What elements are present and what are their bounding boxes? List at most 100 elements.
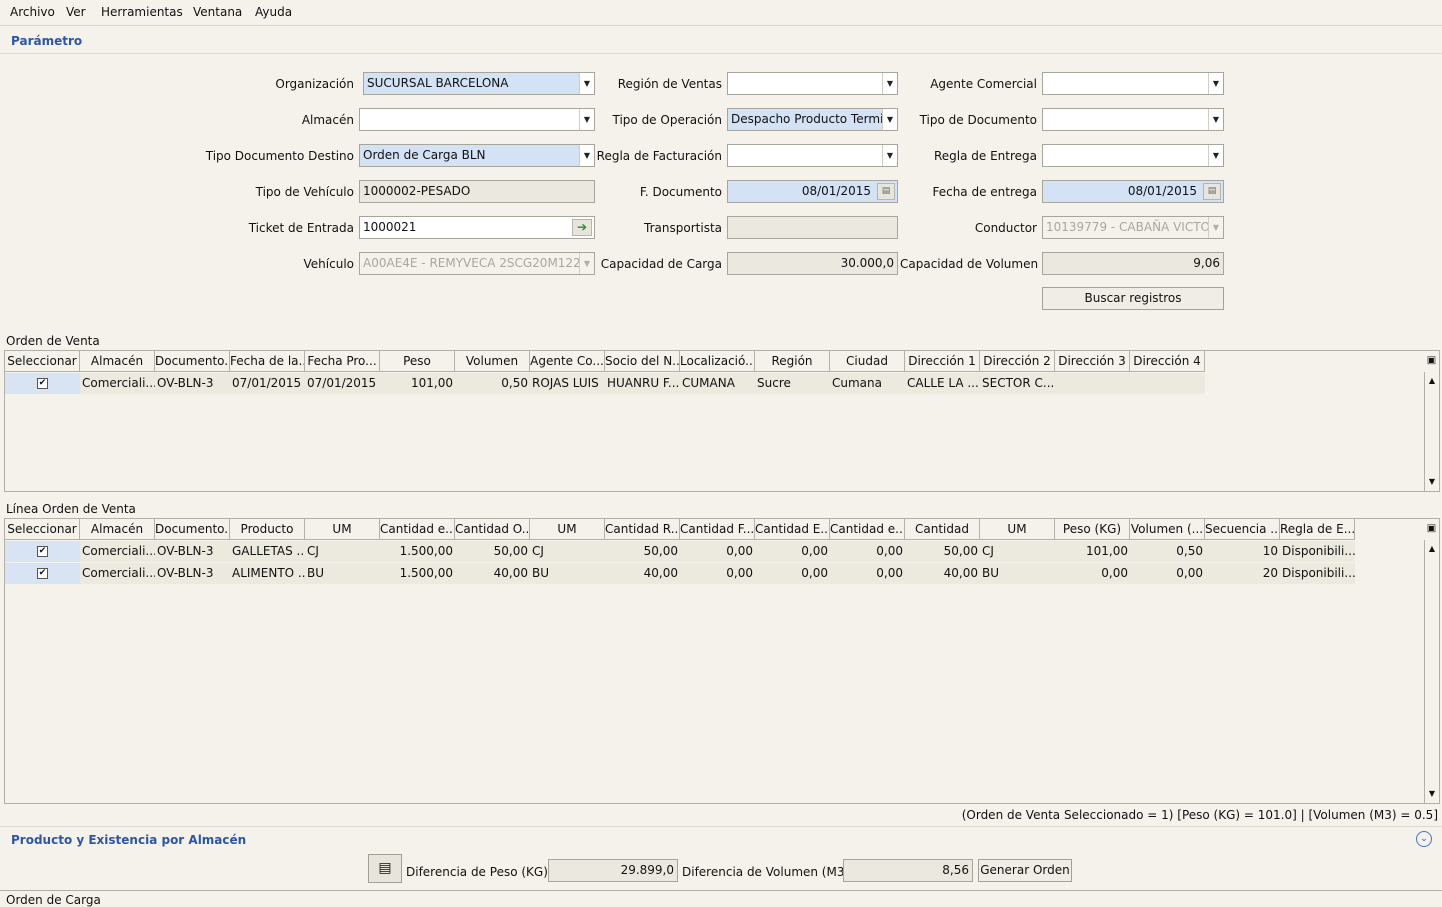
linea-orden-column-header[interactable]: Cantidad O...: [455, 519, 530, 540]
orden-carga-title: Orden de Carga: [6, 893, 101, 907]
linea-orden-column-header[interactable]: Cantidad: [905, 519, 980, 540]
scroll-down-icon[interactable]: ▼: [1425, 475, 1439, 489]
orden-venta-column-header[interactable]: Documento...: [155, 351, 230, 372]
chevron-down-icon[interactable]: ▼: [882, 145, 897, 166]
collapse-icon[interactable]: ⌄: [1416, 831, 1432, 847]
chevron-down-icon[interactable]: ▼: [1208, 145, 1223, 166]
select-checkbox[interactable]: ✔: [37, 546, 48, 557]
regla-facturacion-label: Regla de Facturación: [596, 149, 722, 163]
select-checkbox[interactable]: ✔: [37, 378, 48, 389]
regla-entrega-select[interactable]: ▼: [1042, 144, 1224, 167]
dif-peso-label: Diferencia de Peso (KG): [406, 865, 548, 879]
calendar-icon[interactable]: ▤: [1203, 183, 1221, 200]
orden-venta-column-header[interactable]: Seleccionar: [5, 351, 80, 372]
linea-orden-column-header[interactable]: UM: [305, 519, 380, 540]
orden-venta-column-header[interactable]: Ciudad: [830, 351, 905, 372]
orden-venta-column-header[interactable]: Dirección 1: [905, 351, 980, 372]
orden-venta-column-header[interactable]: Fecha de la...: [230, 351, 305, 372]
orden-venta-column-header[interactable]: Almacén: [80, 351, 155, 372]
tipo-documento-select[interactable]: ▼: [1042, 108, 1224, 131]
linea-orden-column-header[interactable]: Cantidad F...: [680, 519, 755, 540]
orden-venta-column-header[interactable]: Dirección 4: [1130, 351, 1205, 372]
regla-entrega-label: Regla de Entrega: [933, 149, 1037, 163]
linea-orden-column-header[interactable]: Seleccionar: [5, 519, 80, 540]
fecha-entrega-value: 08/01/2015: [1127, 184, 1197, 198]
linea-orden-cell: CJ: [980, 541, 1055, 562]
chevron-down-icon[interactable]: ▼: [882, 73, 897, 94]
orden-venta-column-header[interactable]: Volumen: [455, 351, 530, 372]
linea-orden-cell[interactable]: ✔: [5, 563, 80, 584]
linea-orden-column-header[interactable]: Producto: [230, 519, 305, 540]
column-chooser-icon[interactable]: ▣: [1424, 519, 1439, 539]
generar-orden-button[interactable]: Generar Orden: [978, 859, 1072, 882]
linea-orden-cell: ALIMENTO ...: [230, 563, 305, 584]
producto-section-header[interactable]: Producto y Existencia por Almacén ⌄: [0, 826, 1442, 852]
scroll-up-icon[interactable]: ▲: [1425, 542, 1439, 556]
orden-venta-cell: SECTOR C...: [980, 373, 1055, 394]
conductor-value: 10139779 - CABAÑA VICTOR: [1046, 220, 1219, 234]
linea-orden-column-header[interactable]: UM: [530, 519, 605, 540]
parameter-title: Parámetro: [11, 34, 83, 48]
linea-orden-column-header[interactable]: Peso (KG): [1055, 519, 1130, 540]
linea-orden-column-header[interactable]: UM: [980, 519, 1055, 540]
f-documento-field[interactable]: 08/01/2015 ▤: [727, 180, 898, 203]
orden-venta-column-header[interactable]: Región: [755, 351, 830, 372]
linea-orden-cell: Disponibili...: [1280, 563, 1355, 584]
linea-orden-column-header[interactable]: Cantidad e...: [830, 519, 905, 540]
orden-venta-column-header[interactable]: Dirección 3: [1055, 351, 1130, 372]
menu-ayuda[interactable]: Ayuda: [255, 5, 292, 19]
orden-venta-column-header[interactable]: Dirección 2: [980, 351, 1055, 372]
scroll-down-icon[interactable]: ▼: [1425, 787, 1439, 801]
menu-archivo[interactable]: Archivo: [10, 5, 55, 19]
column-chooser-icon[interactable]: ▣: [1424, 351, 1439, 371]
linea-orden-cell: BU: [980, 563, 1055, 584]
menu-herramientas[interactable]: Herramientas: [101, 5, 183, 19]
ticket-entrada-label: Ticket de Entrada: [248, 221, 354, 235]
tipo-operacion-value: Despacho Producto Termin: [731, 112, 891, 126]
linea-orden-cell: BU: [530, 563, 605, 584]
select-checkbox[interactable]: ✔: [37, 568, 48, 579]
linea-orden-cell: 40,00: [605, 563, 680, 584]
chevron-down-icon[interactable]: ▼: [882, 109, 897, 130]
organizacion-label: Organización: [275, 77, 354, 91]
calendar-icon[interactable]: ▤: [877, 183, 895, 200]
linea-orden-scrollbar[interactable]: ▲ ▼: [1424, 540, 1439, 803]
menu-ventana[interactable]: Ventana: [193, 5, 242, 19]
orden-venta-column-header[interactable]: Localizació...: [680, 351, 755, 372]
orden-venta-cell: 0,50: [455, 373, 530, 394]
linea-orden-column-header[interactable]: Volumen (...: [1130, 519, 1205, 540]
fecha-entrega-field[interactable]: 08/01/2015 ▤: [1042, 180, 1224, 203]
linea-orden-column-header[interactable]: Regla de E...: [1280, 519, 1355, 540]
orden-venta-column-header[interactable]: Socio del N...: [605, 351, 680, 372]
orden-venta-column-header[interactable]: Agente Co...: [530, 351, 605, 372]
linea-orden-cell: 40,00: [455, 563, 530, 584]
menu-ver[interactable]: Ver: [66, 5, 86, 19]
linea-orden-column-header[interactable]: Documento...: [155, 519, 230, 540]
linea-orden-title: Línea Orden de Venta: [6, 502, 136, 516]
orden-venta-cell: ROJAS LUIS: [530, 373, 605, 394]
linea-orden-column-header[interactable]: Secuencia ...: [1205, 519, 1280, 540]
linea-orden-column-header[interactable]: Cantidad R...: [605, 519, 680, 540]
linea-orden-cell: 0,00: [1130, 563, 1205, 584]
linea-orden-column-header[interactable]: Almacén: [80, 519, 155, 540]
linea-orden-column-header[interactable]: Cantidad e...: [380, 519, 455, 540]
agente-comercial-select[interactable]: ▼: [1042, 72, 1224, 95]
chevron-down-icon[interactable]: ▼: [1208, 73, 1223, 94]
orden-venta-column-header[interactable]: Peso: [380, 351, 455, 372]
report-icon[interactable]: ▤: [368, 854, 402, 883]
linea-orden-column-header[interactable]: Cantidad E...: [755, 519, 830, 540]
regla-facturacion-select[interactable]: ▼: [727, 144, 898, 167]
orden-venta-column-header[interactable]: Fecha Pro...: [305, 351, 380, 372]
tipo-operacion-select[interactable]: Despacho Producto Termin ▼: [727, 108, 898, 131]
conductor-label: Conductor: [974, 221, 1037, 235]
linea-orden-cell[interactable]: ✔: [5, 541, 80, 562]
orden-venta-cell[interactable]: ✔: [5, 373, 80, 394]
tipo-doc-destino-value: Orden de Carga BLN: [363, 148, 486, 162]
region-ventas-select[interactable]: ▼: [727, 72, 898, 95]
scroll-up-icon[interactable]: ▲: [1425, 374, 1439, 388]
ticket-entrada-value: 1000021: [363, 220, 417, 234]
buscar-registros-button[interactable]: Buscar registros: [1042, 287, 1224, 310]
orden-venta-scrollbar[interactable]: ▲ ▼: [1424, 372, 1439, 491]
linea-orden-cell: 40,00: [905, 563, 980, 584]
chevron-down-icon[interactable]: ▼: [1208, 109, 1223, 130]
